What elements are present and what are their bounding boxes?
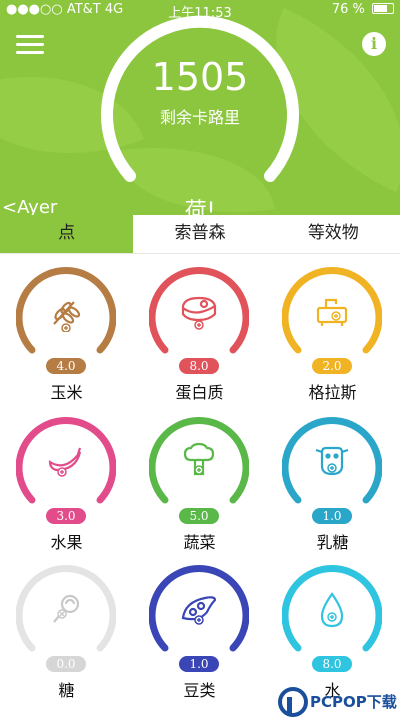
- calorie-gauge: [101, 15, 299, 182]
- tab-bar: 点 索普森 等效物: [0, 215, 400, 254]
- serving-badge: 3.0: [46, 508, 86, 524]
- banana-icon: [48, 447, 82, 477]
- food-item-vegetables[interactable]: 5.0 蔬菜: [133, 416, 266, 571]
- watermark: PCPOP下载: [278, 685, 400, 720]
- battery-percent: 76 %: [331, 2, 365, 17]
- water-drop-icon: [320, 592, 344, 628]
- food-item-dairy[interactable]: 1.0 乳糖: [266, 416, 399, 571]
- food-name: 乳糖: [316, 533, 349, 552]
- food-item-legumes[interactable]: 1.0 豆类: [133, 564, 266, 719]
- food-item-fruit[interactable]: 3.0 水果: [0, 416, 133, 571]
- food-item-sugar[interactable]: 0.0 糖: [0, 564, 133, 719]
- info-icon[interactable]: i: [362, 32, 386, 56]
- battery-status: 76 %: [332, 2, 394, 17]
- food-item-fats[interactable]: 2.0 格拉斯: [266, 266, 399, 421]
- food-name: 豆类: [183, 681, 216, 700]
- menu-icon[interactable]: [16, 35, 44, 57]
- food-name: 蔬菜: [183, 533, 216, 552]
- cow-icon: [315, 446, 349, 476]
- candy-icon: [53, 594, 80, 623]
- food-item-protein[interactable]: 8.0 蛋白质: [133, 266, 266, 421]
- oil-icon: [316, 298, 348, 326]
- food-name: 玉米: [50, 383, 83, 402]
- calories-remaining: 1505: [151, 55, 249, 99]
- serving-badge: 4.0: [46, 358, 86, 374]
- food-item-corn[interactable]: 4.0 玉米: [0, 266, 133, 421]
- wheat-icon: [53, 301, 81, 332]
- food-name: 糖: [58, 681, 75, 700]
- serving-badge: 8.0: [312, 656, 352, 672]
- tab-equivalents[interactable]: 等效物: [266, 215, 400, 253]
- serving-badge: 5.0: [179, 508, 219, 524]
- serving-badge: 2.0: [312, 358, 352, 374]
- serving-badge: 1.0: [312, 508, 352, 524]
- watermark-text: PCPOP下载: [310, 693, 397, 711]
- serving-badge: 0.0: [46, 656, 86, 672]
- calories-label: 剩余卡路里: [159, 108, 240, 127]
- meat-icon: [181, 296, 217, 330]
- previous-day-link[interactable]: <Ayer: [2, 197, 57, 215]
- food-name: 蛋白质: [175, 383, 224, 402]
- tab-simpson[interactable]: 索普森: [133, 215, 267, 253]
- food-name: 格拉斯: [308, 383, 357, 402]
- food-name: 水果: [50, 533, 83, 552]
- tab-points[interactable]: 点: [0, 215, 134, 253]
- pcpop-logo-icon: [278, 687, 308, 717]
- serving-badge: 8.0: [179, 358, 219, 374]
- serving-badge: 1.0: [179, 656, 219, 672]
- header: ●●●○○ AT&T 4G 上午11:53 76 % i 1505 剩余卡路里 …: [0, 0, 400, 215]
- broccoli-icon: [183, 442, 215, 476]
- food-group-grid: 4.0 玉米 8.0 蛋白质 2.0 格拉斯 3.0 水果 5.0 蔬菜 1.0…: [0, 254, 400, 720]
- battery-icon: [372, 3, 394, 14]
- bean-icon: [181, 596, 217, 625]
- greeting: 荷!: [184, 199, 216, 215]
